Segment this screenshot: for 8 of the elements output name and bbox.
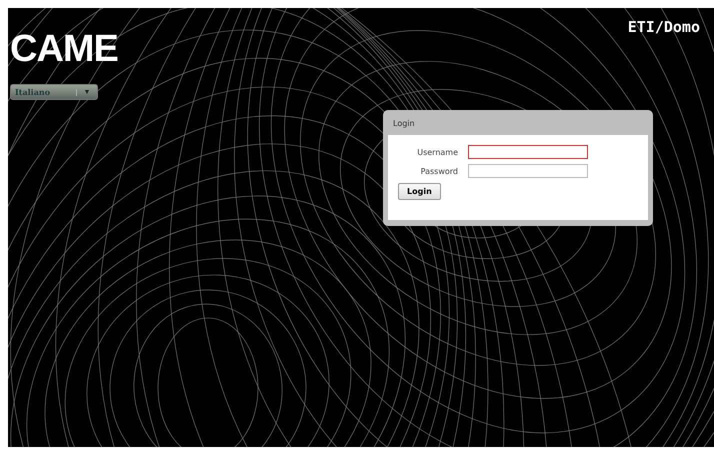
- login-button[interactable]: Login: [398, 183, 441, 200]
- product-name: ETI/Domo: [628, 17, 701, 36]
- came-logo: CAME: [10, 30, 119, 68]
- input-field[interactable]: [468, 145, 588, 159]
- panel-title: Login: [392, 118, 416, 130]
- input-field[interactable]: [468, 164, 588, 178]
- field-label: Password: [420, 166, 458, 176]
- field-label: Username: [416, 148, 458, 156]
